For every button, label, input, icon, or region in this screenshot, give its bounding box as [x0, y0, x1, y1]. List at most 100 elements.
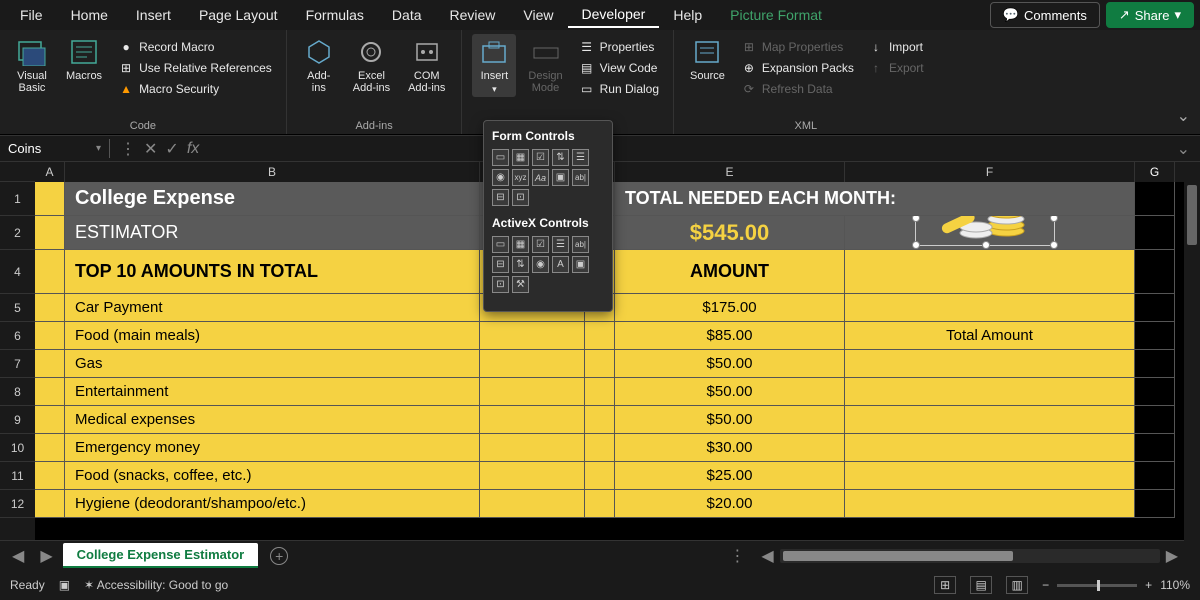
cell[interactable]: [35, 434, 65, 462]
page-break-button[interactable]: ▥: [1006, 576, 1028, 594]
form-spinner-control[interactable]: ⇅: [552, 149, 569, 166]
cell[interactable]: [585, 378, 615, 406]
cell[interactable]: Total Amount: [845, 322, 1135, 350]
select-all[interactable]: [0, 162, 35, 182]
cell-section-header[interactable]: TOP 10 AMOUNTS IN TOTAL: [65, 250, 480, 294]
zoom-level[interactable]: 110%: [1160, 578, 1190, 592]
col-header[interactable]: F: [845, 162, 1135, 182]
ax-label-control[interactable]: A: [552, 256, 569, 273]
form-checkbox-control[interactable]: ☑: [532, 149, 549, 166]
row-header[interactable]: 4: [0, 250, 35, 294]
cell-subtitle[interactable]: TOTAL NEEDED EACH MONTH:: [615, 182, 1135, 216]
cell[interactable]: [480, 434, 585, 462]
addins-button[interactable]: Add- ins: [297, 34, 341, 96]
cell-estimator[interactable]: ESTIMATOR: [65, 216, 480, 250]
run-dialog-button[interactable]: ▭Run Dialog: [575, 80, 663, 98]
row-header[interactable]: 1: [0, 182, 35, 216]
accessibility-status[interactable]: ✶ Accessibility: Good to go: [84, 578, 228, 592]
map-properties-button[interactable]: ⊞Map Properties: [737, 38, 858, 56]
insert-control-button[interactable]: Insert▾: [472, 34, 516, 97]
row-header[interactable]: 11: [0, 462, 35, 490]
excel-addins-button[interactable]: Excel Add-ins: [347, 34, 396, 96]
tab-nav-next[interactable]: ▶: [34, 546, 58, 566]
ax-listbox-control[interactable]: ☰: [552, 236, 569, 253]
row-header[interactable]: 9: [0, 406, 35, 434]
record-macro-button[interactable]: ●Record Macro: [114, 38, 276, 56]
cell[interactable]: [35, 322, 65, 350]
cell[interactable]: [585, 434, 615, 462]
cell[interactable]: [35, 250, 65, 294]
cell-item[interactable]: Food (main meals): [65, 322, 480, 350]
ax-combo-control[interactable]: ▦: [512, 236, 529, 253]
enter-icon[interactable]: ✓: [165, 139, 178, 159]
cell[interactable]: [480, 462, 585, 490]
menu-file[interactable]: File: [6, 3, 57, 27]
cell-item[interactable]: Entertainment: [65, 378, 480, 406]
xml-source-button[interactable]: Source: [684, 34, 731, 84]
cell[interactable]: [845, 462, 1135, 490]
expand-formula-icon[interactable]: ⌄: [1167, 139, 1200, 159]
properties-button[interactable]: ☰Properties: [575, 38, 663, 56]
expansion-packs-button[interactable]: ⊕Expansion Packs: [737, 59, 858, 77]
cell[interactable]: [35, 378, 65, 406]
form-listbox-control[interactable]: ☰: [572, 149, 589, 166]
ax-textbox-control[interactable]: ab|: [572, 236, 589, 253]
cell-amount[interactable]: $50.00: [615, 378, 845, 406]
menu-developer[interactable]: Developer: [568, 2, 660, 28]
page-layout-button[interactable]: ▤: [970, 576, 992, 594]
name-box[interactable]: Coins▾: [0, 139, 110, 158]
cell-amount[interactable]: $50.00: [615, 350, 845, 378]
import-button[interactable]: ↓Import: [864, 38, 928, 56]
cell[interactable]: [1135, 250, 1175, 294]
col-header[interactable]: E: [615, 162, 845, 182]
export-button[interactable]: ↑Export: [864, 59, 928, 77]
cell-amount[interactable]: $20.00: [615, 490, 845, 518]
cell[interactable]: [585, 406, 615, 434]
cell[interactable]: [1135, 350, 1175, 378]
ax-option-control[interactable]: ◉: [532, 256, 549, 273]
zoom-in-button[interactable]: +: [1145, 578, 1152, 592]
ax-button-control[interactable]: ▭: [492, 236, 509, 253]
vertical-scrollbar[interactable]: [1184, 165, 1200, 545]
ax-image-control[interactable]: ▣: [572, 256, 589, 273]
form-option-control[interactable]: ◉: [492, 169, 509, 186]
cell-item[interactable]: Food (snacks, coffee, etc.): [65, 462, 480, 490]
macros-button[interactable]: Macros: [60, 34, 108, 84]
row-header[interactable]: 6: [0, 322, 35, 350]
cancel-icon[interactable]: ✕: [144, 139, 157, 159]
cell[interactable]: [585, 490, 615, 518]
refresh-data-button[interactable]: ⟳Refresh Data: [737, 80, 858, 98]
ax-checkbox-control[interactable]: ☑: [532, 236, 549, 253]
image-selection[interactable]: [915, 216, 1055, 246]
coins-image[interactable]: [936, 216, 1046, 249]
macro-record-icon[interactable]: ▣: [59, 578, 70, 592]
cell[interactable]: [1135, 322, 1175, 350]
menu-home[interactable]: Home: [57, 3, 122, 27]
cell[interactable]: [845, 406, 1135, 434]
add-sheet-button[interactable]: +: [270, 547, 288, 565]
ax-more-control[interactable]: ⚒: [512, 276, 529, 293]
cell[interactable]: [845, 434, 1135, 462]
cell-item[interactable]: Hygiene (deodorant/shampoo/etc.): [65, 490, 480, 518]
zoom-control[interactable]: − + 110%: [1042, 578, 1190, 592]
form-text-control[interactable]: Aa: [532, 169, 549, 186]
menu-review[interactable]: Review: [436, 3, 510, 27]
fx-icon[interactable]: fx: [187, 140, 199, 158]
share-button[interactable]: ↗Share▾: [1106, 2, 1194, 28]
horizontal-scrollbar[interactable]: ⋮ ◀ ▶: [292, 546, 1194, 566]
cell[interactable]: [845, 294, 1135, 322]
ax-toggle-control[interactable]: ⊡: [492, 276, 509, 293]
cell-amount[interactable]: $175.00: [615, 294, 845, 322]
view-code-button[interactable]: ▤View Code: [575, 59, 663, 77]
dots-icon[interactable]: ⋮: [120, 139, 136, 159]
form-edit-control[interactable]: ab|: [572, 169, 589, 186]
cell-item[interactable]: Medical expenses: [65, 406, 480, 434]
cell[interactable]: [1135, 490, 1175, 518]
cell[interactable]: [1135, 462, 1175, 490]
menu-page-layout[interactable]: Page Layout: [185, 3, 292, 27]
cell[interactable]: [480, 406, 585, 434]
menu-view[interactable]: View: [509, 3, 567, 27]
col-header[interactable]: A: [35, 162, 65, 182]
cell[interactable]: [1135, 406, 1175, 434]
design-mode-button[interactable]: Design Mode: [522, 34, 568, 96]
